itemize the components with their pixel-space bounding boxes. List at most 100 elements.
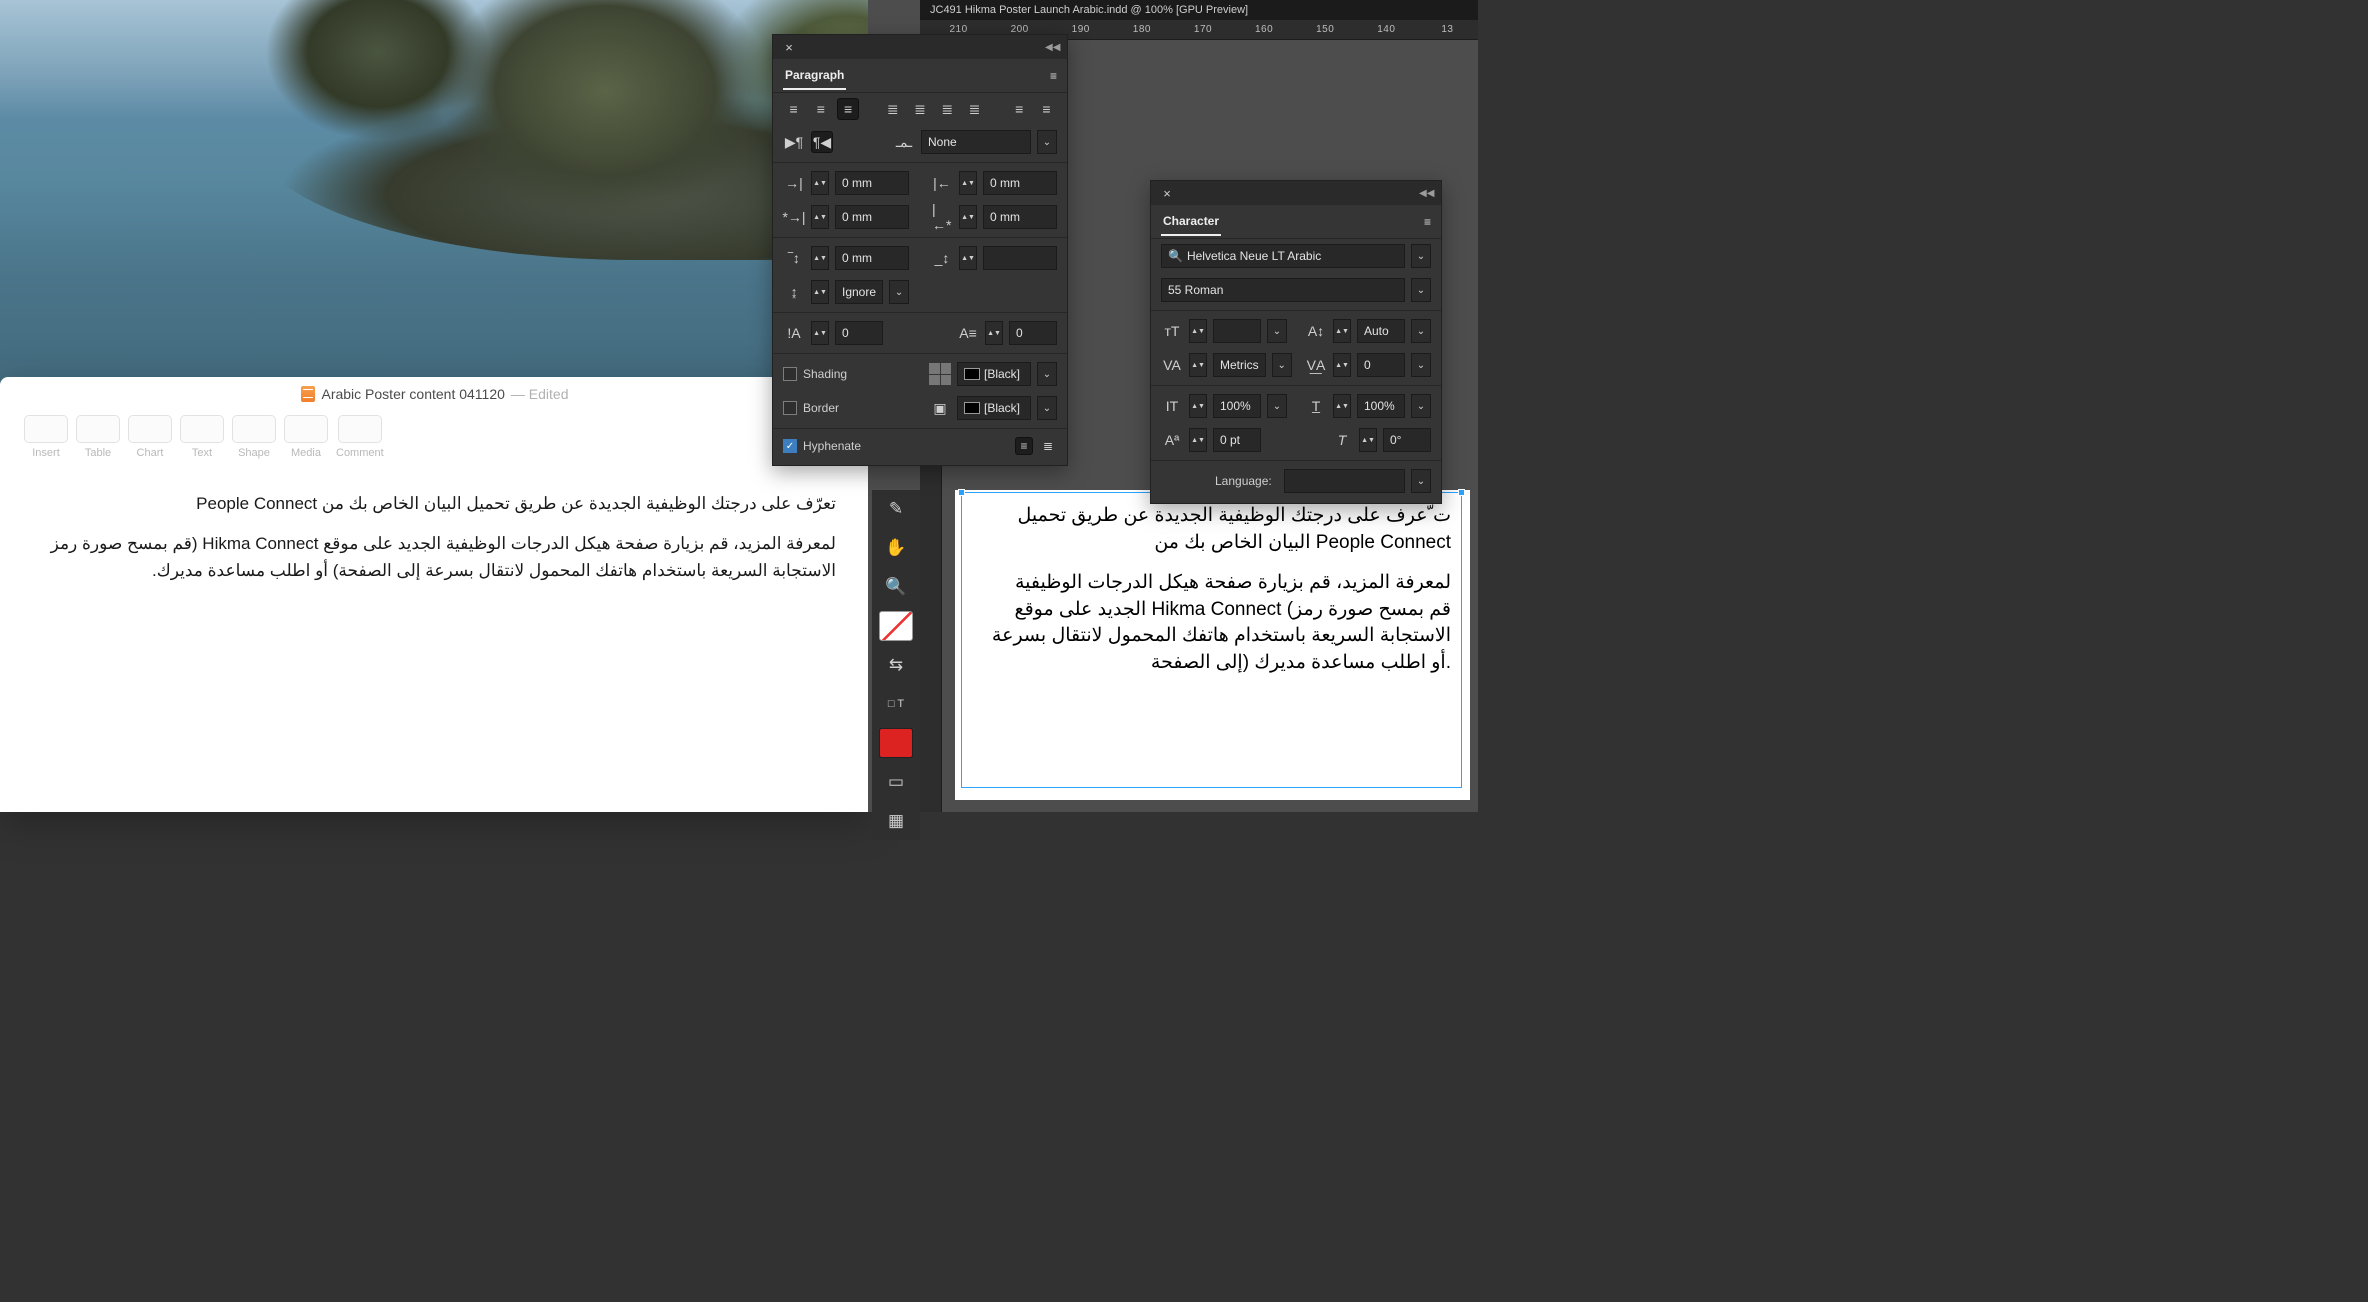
lastline-field[interactable]: 0 mm: [983, 205, 1057, 229]
panel-collapse-icon[interactable]: ◀◀: [1045, 42, 1059, 53]
paragraph-tab[interactable]: Paragraph: [783, 62, 846, 90]
valign-field[interactable]: Ignore: [835, 280, 883, 304]
pages-document-body[interactable]: تعرّف على درجتك الوظيفية الجديدة عن طريق…: [0, 473, 870, 584]
dropcap-lines-stepper[interactable]: ▲▼: [811, 321, 829, 345]
align-toward-spine-icon[interactable]: ≡: [1009, 98, 1030, 120]
baseline-field[interactable]: 0 pt: [1213, 428, 1261, 452]
skew-stepper[interactable]: ▲▼: [1359, 428, 1377, 452]
shading-swatch-icon[interactable]: [929, 363, 951, 385]
hyphenate-checkbox[interactable]: ✓: [783, 439, 797, 453]
tb-insert[interactable]: Insert: [24, 415, 68, 459]
font-size-stepper[interactable]: ▲▼: [1189, 319, 1207, 343]
valign-stepper[interactable]: ▲▼: [811, 280, 829, 304]
font-size-field[interactable]: [1213, 319, 1261, 343]
skew-field[interactable]: 0°: [1383, 428, 1431, 452]
lastline-stepper[interactable]: ▲▼: [959, 205, 977, 229]
baseline-stepper[interactable]: ▲▼: [1189, 428, 1207, 452]
tb-comment[interactable]: Comment: [336, 415, 384, 459]
panel-menu-icon[interactable]: ≡: [1424, 215, 1431, 229]
frame-p1[interactable]: ت ّعرف على درجتك الوظيفية الجديدة عن طري…: [972, 503, 1451, 556]
space-between-stepper[interactable]: ▲▼: [959, 246, 977, 270]
justify-left-icon[interactable]: ≣: [882, 98, 903, 120]
font-family-field[interactable]: 🔍 Helvetica Neue LT Arabic: [1161, 244, 1405, 268]
para-dir-ltr-icon[interactable]: ▶¶: [783, 131, 805, 153]
tool-swap-fillstroke[interactable]: ⇆: [879, 650, 913, 680]
list-view-icon[interactable]: ≡: [1015, 437, 1033, 455]
tool-default-fillstroke[interactable]: □ T: [879, 689, 913, 719]
dropcap-chars-stepper[interactable]: ▲▼: [985, 321, 1003, 345]
shading-checkbox[interactable]: [783, 367, 797, 381]
leading-stepper[interactable]: ▲▼: [1333, 319, 1351, 343]
character-tab[interactable]: Character: [1161, 208, 1221, 236]
tool-fillstroke-toggle[interactable]: [879, 611, 913, 641]
tool-hand[interactable]: ✋: [879, 533, 913, 563]
kerning-field[interactable]: Metrics: [1213, 353, 1266, 377]
panel-close-icon[interactable]: ×: [781, 40, 797, 55]
tracking-stepper[interactable]: ▲▼: [1333, 353, 1351, 377]
dropcap-chars-field[interactable]: 0: [1009, 321, 1057, 345]
panel-menu-icon[interactable]: ≡: [1050, 69, 1057, 83]
space-before-field[interactable]: 0 mm: [835, 246, 909, 270]
border-dd[interactable]: ⌄: [1037, 396, 1057, 420]
space-before-stepper[interactable]: ▲▼: [811, 246, 829, 270]
indesign-doc-tab[interactable]: JC491 Hikma Poster Launch Arabic.indd @ …: [920, 0, 1478, 20]
firstline-stepper[interactable]: ▲▼: [811, 205, 829, 229]
tb-table[interactable]: Table: [76, 415, 120, 459]
frame-p2[interactable]: لمعرفة المزيد، قم بزيارة صفحة هيكل الدرج…: [972, 570, 1451, 676]
align-away-spine-icon[interactable]: ≡: [1036, 98, 1057, 120]
frame-handle[interactable]: [1458, 489, 1465, 496]
vscale-stepper[interactable]: ▲▼: [1189, 394, 1207, 418]
panel-close-icon[interactable]: ×: [1159, 186, 1175, 201]
language-dd[interactable]: ⌄: [1411, 469, 1431, 493]
panel-collapse-icon[interactable]: ◀◀: [1419, 188, 1433, 199]
hscale-field[interactable]: 100%: [1357, 394, 1405, 418]
vscale-dd[interactable]: ⌄: [1267, 394, 1287, 418]
kerning-stepper[interactable]: ▲▼: [1189, 353, 1207, 377]
align-left-icon[interactable]: ≡: [783, 98, 804, 120]
kashida-field[interactable]: None: [921, 130, 1031, 154]
tool-eyedropper[interactable]: ✎: [879, 494, 913, 524]
indent-left-stepper[interactable]: ▲▼: [811, 171, 829, 195]
kashida-dd[interactable]: ⌄: [1037, 130, 1057, 154]
firstline-field[interactable]: 0 mm: [835, 205, 909, 229]
shading-color[interactable]: [Black]: [957, 362, 1031, 386]
pages-p2[interactable]: لمعرفة المزيد، قم بزيارة صفحة هيكل الدرج…: [34, 531, 836, 584]
tool-screen-mode[interactable]: ▭: [879, 767, 913, 797]
font-style-dd[interactable]: ⌄: [1411, 278, 1431, 302]
indent-right-stepper[interactable]: ▲▼: [959, 171, 977, 195]
justify-all-icon[interactable]: ≣: [964, 98, 985, 120]
tb-media[interactable]: Media: [284, 415, 328, 459]
hscale-stepper[interactable]: ▲▼: [1333, 394, 1351, 418]
indesign-text-frame[interactable]: ت ّعرف على درجتك الوظيفية الجديدة عن طري…: [961, 492, 1462, 788]
justify-center-icon[interactable]: ≣: [909, 98, 930, 120]
leading-field[interactable]: Auto: [1357, 319, 1405, 343]
hscale-dd[interactable]: ⌄: [1411, 394, 1431, 418]
kerning-dd[interactable]: ⌄: [1272, 353, 1292, 377]
valign-dd[interactable]: ⌄: [889, 280, 909, 304]
language-field[interactable]: [1284, 469, 1405, 493]
border-edges-icon[interactable]: ▣: [929, 397, 951, 419]
shading-dd[interactable]: ⌄: [1037, 362, 1057, 386]
font-size-dd[interactable]: ⌄: [1267, 319, 1287, 343]
tracking-dd[interactable]: ⌄: [1411, 353, 1431, 377]
tracking-field[interactable]: 0: [1357, 353, 1405, 377]
tool-zoom[interactable]: 🔍: [879, 572, 913, 602]
tool-view-options[interactable]: ▦: [879, 806, 913, 836]
tb-text[interactable]: Text: [180, 415, 224, 459]
align-right-icon[interactable]: ≡: [837, 98, 858, 120]
justify-right-icon[interactable]: ≣: [937, 98, 958, 120]
thumb-view-icon[interactable]: ≣: [1039, 437, 1057, 455]
tb-chart[interactable]: Chart: [128, 415, 172, 459]
tool-apply-color[interactable]: [879, 728, 913, 758]
frame-handle[interactable]: [958, 489, 965, 496]
leading-dd[interactable]: ⌄: [1411, 319, 1431, 343]
font-family-dd[interactable]: ⌄: [1411, 244, 1431, 268]
indent-right-field[interactable]: 0 mm: [983, 171, 1057, 195]
dropcap-lines-field[interactable]: 0: [835, 321, 883, 345]
indent-left-field[interactable]: 0 mm: [835, 171, 909, 195]
pages-p1[interactable]: تعرّف على درجتك الوظيفية الجديدة عن طريق…: [34, 491, 836, 517]
vscale-field[interactable]: 100%: [1213, 394, 1261, 418]
space-between-field[interactable]: [983, 246, 1057, 270]
font-style-field[interactable]: 55 Roman: [1161, 278, 1405, 302]
para-dir-rtl-icon[interactable]: ¶◀: [811, 131, 833, 153]
